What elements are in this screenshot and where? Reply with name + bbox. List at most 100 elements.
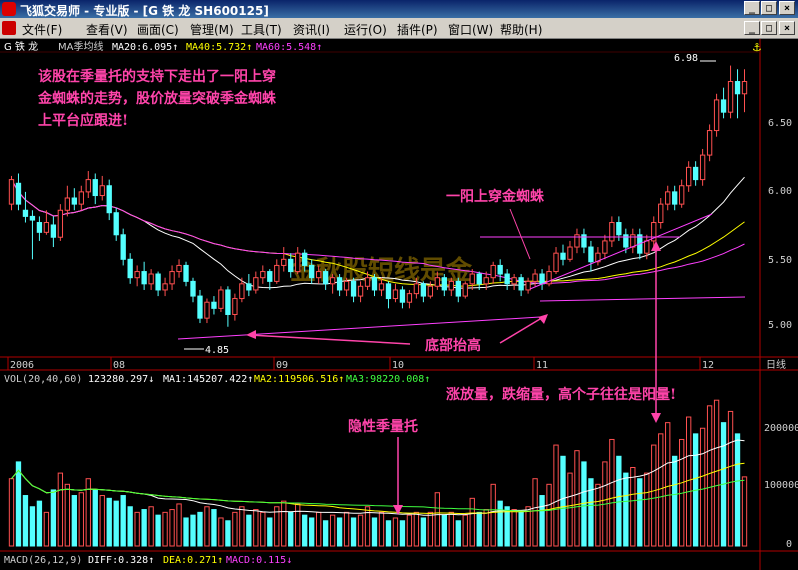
volume-bar[interactable]	[616, 455, 622, 547]
candle-body[interactable]	[50, 224, 57, 238]
candle-body[interactable]	[490, 264, 496, 279]
candle-body[interactable]	[378, 283, 385, 291]
candle-body[interactable]	[434, 277, 441, 287]
candle-body[interactable]	[148, 273, 154, 285]
candle-body[interactable]	[267, 271, 273, 282]
candle-body[interactable]	[253, 277, 259, 291]
candle-body[interactable]	[672, 191, 678, 205]
candle-body[interactable]	[364, 277, 371, 287]
volume-bar[interactable]	[539, 495, 545, 547]
candle-body[interactable]	[350, 280, 357, 297]
period-label[interactable]: 日线	[766, 358, 786, 371]
candle-body[interactable]	[225, 289, 231, 315]
candle-body[interactable]	[532, 273, 538, 282]
menu-screen[interactable]: 画面(C)	[137, 21, 179, 38]
lock-icon[interactable]: ⚓	[752, 41, 762, 54]
candle-body[interactable]	[183, 264, 189, 282]
candle-body[interactable]	[211, 301, 217, 309]
volume-bar[interactable]	[36, 500, 43, 547]
candle-body[interactable]	[120, 234, 126, 260]
candle-body[interactable]	[476, 273, 482, 285]
candle-body[interactable]	[197, 295, 203, 319]
candle-body[interactable]	[176, 264, 182, 273]
candle-body[interactable]	[692, 166, 699, 181]
candle-body[interactable]	[322, 271, 329, 285]
volume-bar[interactable]	[50, 489, 57, 547]
stock-chart[interactable]: G 铁 龙 MA季均线 MA20:6.095↑ MA40:5.732↑ MA60…	[0, 39, 798, 570]
candle-body[interactable]	[518, 277, 524, 291]
volume-bar[interactable]	[197, 511, 203, 547]
volume-bar[interactable]	[302, 514, 308, 547]
volume-bar[interactable]	[267, 517, 273, 547]
candle-body[interactable]	[141, 271, 147, 285]
candle-body[interactable]	[232, 298, 238, 315]
candle-body[interactable]	[399, 289, 406, 303]
volume-bar[interactable]	[455, 520, 461, 547]
volume-bar[interactable]	[504, 506, 510, 547]
candle-body[interactable]	[8, 179, 15, 205]
volume-bar[interactable]	[588, 478, 594, 547]
volume-bar[interactable]	[155, 514, 161, 547]
candle-body[interactable]	[106, 185, 112, 214]
mdi-minimize-button[interactable]: _	[744, 21, 760, 35]
volume-bar[interactable]	[350, 517, 357, 547]
volume-bar[interactable]	[497, 500, 503, 547]
candle-body[interactable]	[155, 273, 161, 291]
volume-bar[interactable]	[518, 511, 524, 547]
candle-body[interactable]	[392, 289, 399, 300]
volume-bar[interactable]	[399, 520, 406, 547]
candle-body[interactable]	[720, 99, 727, 113]
volume-bar[interactable]	[309, 517, 315, 547]
volume-bar[interactable]	[246, 514, 252, 547]
candle-body[interactable]	[406, 293, 413, 303]
candle-body[interactable]	[462, 283, 468, 297]
volume-bar[interactable]	[288, 511, 294, 547]
volume-bar[interactable]	[560, 455, 566, 547]
candle-body[interactable]	[455, 280, 461, 297]
candle-body[interactable]	[679, 185, 685, 205]
candle-body[interactable]	[22, 209, 29, 217]
candle-body[interactable]	[448, 280, 454, 291]
volume-bar[interactable]	[371, 517, 378, 547]
volume-bar[interactable]	[183, 517, 189, 547]
candle-body[interactable]	[113, 212, 119, 236]
candle-body[interactable]	[706, 130, 713, 156]
candle-body[interactable]	[295, 252, 301, 273]
candle-body[interactable]	[36, 222, 43, 233]
candle-body[interactable]	[134, 271, 140, 279]
candle-body[interactable]	[260, 271, 266, 279]
maximize-button[interactable]: □	[761, 1, 777, 15]
mdi-close-button[interactable]: ×	[779, 21, 795, 35]
volume-bar[interactable]	[476, 511, 482, 547]
candle-body[interactable]	[329, 277, 336, 285]
candle-body[interactable]	[57, 209, 64, 238]
candle-body[interactable]	[281, 258, 287, 266]
candle-body[interactable]	[246, 283, 252, 291]
candle-body[interactable]	[336, 277, 343, 291]
candle-body[interactable]	[64, 197, 71, 211]
candle-body[interactable]	[371, 277, 378, 291]
candle-body[interactable]	[127, 258, 133, 279]
candle-body[interactable]	[29, 215, 36, 221]
candle-body[interactable]	[553, 252, 559, 273]
volume-bar[interactable]	[190, 514, 196, 547]
volume-bar[interactable]	[211, 509, 217, 547]
candle-body[interactable]	[169, 271, 175, 285]
candle-body[interactable]	[15, 182, 22, 205]
candle-body[interactable]	[609, 222, 615, 242]
volume-bar[interactable]	[336, 517, 343, 547]
candle-body[interactable]	[343, 280, 350, 291]
candle-body[interactable]	[78, 191, 84, 205]
volume-bar[interactable]	[322, 520, 329, 547]
volume-bar[interactable]	[623, 472, 629, 547]
menu-help[interactable]: 帮助(H)	[500, 21, 542, 38]
candle-body[interactable]	[85, 179, 91, 193]
volume-bar[interactable]	[120, 495, 126, 547]
candle-body[interactable]	[302, 252, 308, 266]
candle-body[interactable]	[99, 185, 105, 197]
candle-body[interactable]	[727, 81, 734, 113]
volume-bar[interactable]	[441, 514, 447, 547]
menu-manage[interactable]: 管理(M)	[190, 21, 234, 38]
candle-body[interactable]	[204, 301, 210, 319]
menu-plugins[interactable]: 插件(P)	[397, 21, 438, 38]
